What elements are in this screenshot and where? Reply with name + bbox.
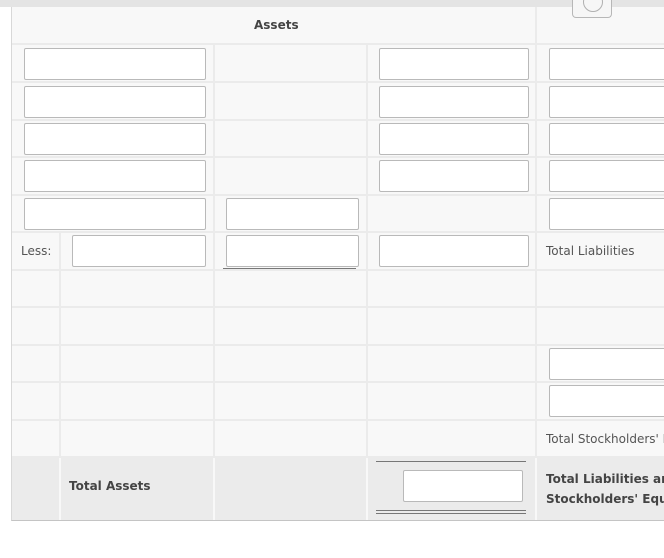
column-divider	[535, 458, 537, 520]
total-assets-field[interactable]	[403, 470, 523, 502]
asset-amount-field[interactable]	[379, 48, 529, 80]
column-divider	[213, 458, 215, 520]
toggle-handle[interactable]	[572, 0, 612, 18]
asset-subtotal-field[interactable]	[226, 198, 359, 230]
liability-item-field[interactable]	[549, 198, 664, 230]
double-underline-rule	[376, 510, 526, 511]
asset-item-field[interactable]	[24, 160, 206, 192]
top-rule	[376, 461, 526, 462]
asset-item-field[interactable]	[24, 48, 206, 80]
equity-item-field[interactable]	[549, 385, 664, 417]
column-divider	[366, 44, 368, 520]
total-liabilities-label: Total Liabilities	[546, 244, 635, 258]
row-divider	[12, 419, 664, 421]
row-divider	[12, 119, 664, 121]
underline-rule	[223, 268, 356, 269]
total-equity-label: Total Stockholders' Equity	[546, 432, 664, 446]
total-assets-label: Total Assets	[69, 479, 151, 493]
asset-subtotal-field[interactable]	[226, 235, 359, 267]
asset-amount-field[interactable]	[379, 160, 529, 192]
asset-item-field[interactable]	[24, 198, 206, 230]
column-divider	[59, 458, 61, 520]
row-divider	[12, 231, 664, 233]
double-underline-rule	[376, 513, 526, 514]
asset-item-field[interactable]	[24, 86, 206, 118]
row-divider	[12, 156, 664, 158]
total-liabilities-equity-label: Total Liabilities and Stockholders' Equi…	[546, 472, 664, 506]
liability-item-field[interactable]	[549, 48, 664, 80]
asset-net-amount-field[interactable]	[379, 235, 529, 267]
asset-amount-field[interactable]	[379, 86, 529, 118]
row-divider	[12, 269, 664, 271]
liability-item-field[interactable]	[549, 86, 664, 118]
liability-item-field[interactable]	[549, 123, 664, 155]
equity-item-field[interactable]	[549, 348, 664, 380]
circle-icon	[583, 0, 603, 12]
assets-header: Assets	[254, 18, 299, 32]
row-divider	[12, 81, 664, 83]
top-bar	[0, 0, 664, 7]
row-divider	[12, 306, 664, 308]
liability-item-field[interactable]	[549, 160, 664, 192]
row-divider	[12, 43, 664, 45]
column-divider	[535, 7, 537, 520]
less-item-field[interactable]	[72, 235, 206, 267]
asset-amount-field[interactable]	[379, 123, 529, 155]
column-divider	[366, 458, 368, 520]
row-divider	[12, 344, 664, 346]
asset-item-field[interactable]	[24, 123, 206, 155]
row-divider	[12, 381, 664, 383]
column-divider	[213, 44, 215, 520]
row-divider	[12, 194, 664, 196]
less-label: Less:	[21, 244, 52, 258]
